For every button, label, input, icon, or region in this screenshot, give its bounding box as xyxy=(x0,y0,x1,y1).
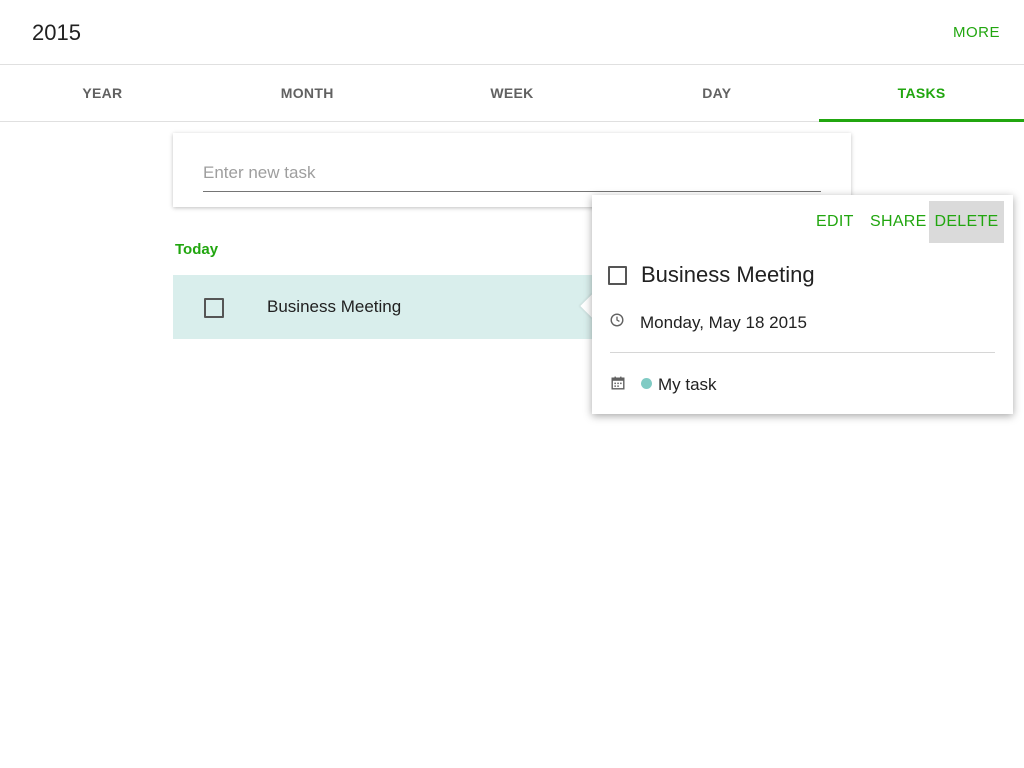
task-list-color-dot xyxy=(641,378,652,389)
clock-icon xyxy=(610,313,624,327)
edit-button[interactable]: EDIT xyxy=(816,201,854,243)
divider xyxy=(610,352,995,353)
new-task-input[interactable] xyxy=(203,155,821,192)
task-label: Business Meeting xyxy=(267,297,402,316)
delete-button[interactable]: DELETE xyxy=(929,201,1004,243)
popup-task-checkbox[interactable] xyxy=(608,266,627,285)
more-button[interactable]: MORE xyxy=(953,24,1000,41)
tab-tasks[interactable]: TASKS xyxy=(819,65,1024,122)
share-button[interactable]: SHARE xyxy=(870,201,927,243)
tab-day[interactable]: DAY xyxy=(614,65,819,121)
task-due-date: Monday, May 18 2015 xyxy=(640,313,807,332)
view-tabs: YEAR MONTH WEEK DAY TASKS xyxy=(0,65,1024,122)
popup-task-title: Business Meeting xyxy=(641,262,815,287)
task-detail-popup: EDIT SHARE DELETE Business Meeting Monda… xyxy=(592,195,1013,414)
task-row[interactable]: Business Meeting xyxy=(173,275,613,339)
tab-week[interactable]: WEEK xyxy=(410,65,615,121)
page-title: 2015 xyxy=(32,20,81,45)
task-checkbox[interactable] xyxy=(204,298,224,318)
app-bar: 2015 MORE xyxy=(0,0,1024,65)
tab-year[interactable]: YEAR xyxy=(0,65,205,121)
calendar-icon xyxy=(611,376,625,390)
tab-month[interactable]: MONTH xyxy=(205,65,410,121)
task-list-name: My task xyxy=(658,375,717,394)
section-header-today: Today xyxy=(175,241,219,258)
